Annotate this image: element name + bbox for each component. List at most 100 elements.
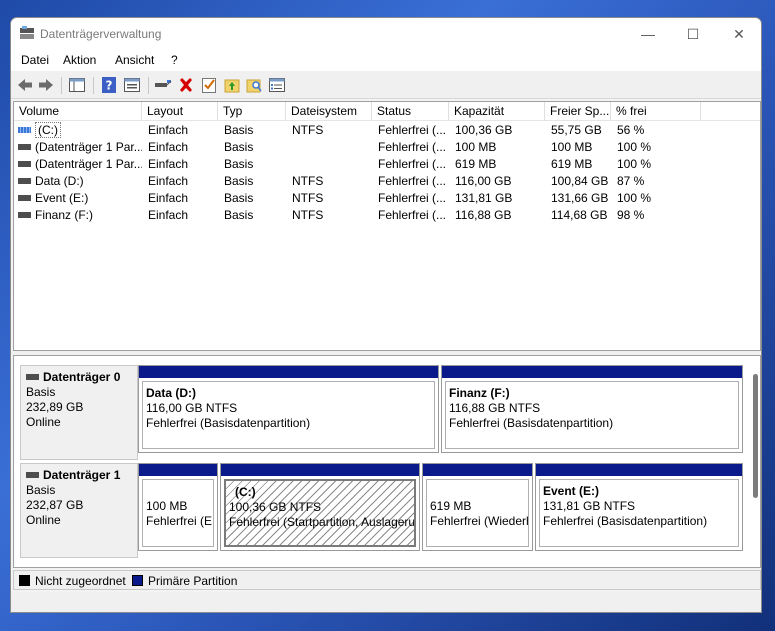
volume-name: (Datenträger 1 Par...	[35, 157, 142, 171]
column-header-kapazitaet[interactable]: Kapazität	[449, 102, 545, 121]
graph-scrollbar[interactable]	[753, 374, 758, 498]
properties-icon[interactable]	[122, 75, 142, 95]
volume-capacity: 116,00 GB	[455, 174, 512, 188]
title-bar[interactable]: Datenträgerverwaltung — ☐ ✕	[11, 18, 761, 49]
connect-icon[interactable]	[153, 75, 173, 95]
toolbar: ?	[11, 71, 761, 99]
partition-status: Fehlerfrei (Basisdatenpartition)	[543, 514, 708, 528]
partition-event-e[interactable]: Event (E:) 131,81 GB NTFS Fehlerfrei (Ba…	[535, 463, 743, 551]
column-header-volume[interactable]: Volume	[14, 102, 142, 121]
forward-arrow-icon[interactable]	[36, 75, 56, 95]
disk-type: Basis	[26, 385, 56, 399]
partition-size: 116,00 GB NTFS	[146, 401, 238, 415]
partition-status: Fehlerfrei (Startpartition, Auslagerur	[229, 515, 416, 529]
volume-status: Fehlerfrei (...	[378, 191, 447, 205]
volume-layout: Einfach	[148, 140, 189, 154]
column-header-layout[interactable]: Layout	[142, 102, 218, 121]
volume-capacity: 619 MB	[455, 157, 497, 171]
toolbar-separator	[148, 77, 149, 94]
partition-type-bar	[139, 464, 217, 476]
volume-icon	[18, 177, 31, 184]
volume-fs: NTFS	[292, 174, 324, 188]
disk-icon	[26, 471, 39, 478]
legend-swatch-unallocated	[19, 575, 30, 586]
console-tree-icon[interactable]	[67, 75, 87, 95]
volume-row-data[interactable]: Data (D:) Einfach Basis NTFS Fehlerfrei …	[14, 173, 760, 190]
checklist-icon[interactable]	[199, 75, 219, 95]
svg-text:?: ?	[106, 79, 113, 93]
partition-efi[interactable]: 100 MB Fehlerfrei (EF	[138, 463, 218, 551]
partition-size: 131,81 GB NTFS	[543, 499, 636, 513]
volume-fs: NTFS	[292, 123, 324, 137]
volume-icon	[18, 160, 31, 167]
volume-pct-free: 56 %	[617, 123, 645, 137]
partition-recovery[interactable]: 619 MB Fehlerfrei (Wiederh	[422, 463, 533, 551]
volume-list-header: Volume Layout Typ Dateisystem Status Kap…	[14, 102, 760, 121]
volume-status: Fehlerfrei (...	[378, 208, 447, 222]
partition-status: Fehlerfrei (Wiederh	[430, 514, 529, 528]
delete-icon[interactable]	[176, 75, 196, 95]
disk-1-label[interactable]: Datenträger 1 Basis 232,87 GB Online	[20, 463, 138, 558]
volume-free: 131,66 GB	[551, 191, 609, 205]
volume-layout: Einfach	[148, 157, 189, 171]
view-list-icon[interactable]	[267, 75, 287, 95]
legend: Nicht zugeordnet Primäre Partition	[13, 570, 761, 590]
menu-ansicht[interactable]: Ansicht	[115, 53, 154, 67]
legend-swatch-primary	[132, 575, 143, 586]
folder-search-icon[interactable]	[244, 75, 264, 95]
volume-name: (Datenträger 1 Par...	[35, 140, 142, 154]
partition-type-bar	[139, 366, 438, 378]
volume-pct-free: 100 %	[617, 140, 652, 154]
close-button[interactable]: ✕	[719, 22, 759, 46]
volume-status: Fehlerfrei (...	[378, 123, 447, 137]
partition-size: 619 MB	[430, 499, 472, 513]
volume-row-part2[interactable]: (Datenträger 1 Par... Einfach Basis Fehl…	[14, 156, 760, 173]
partition-status: Fehlerfrei (Basisdatenpartition)	[146, 416, 311, 430]
partition-size: 116,88 GB NTFS	[449, 401, 541, 415]
volume-layout: Einfach	[148, 123, 189, 137]
volume-free: 55,75 GB	[551, 123, 602, 137]
maximize-button[interactable]: ☐	[673, 22, 713, 46]
partition-type-bar	[442, 366, 742, 378]
volume-name: Finanz (F:)	[35, 208, 94, 222]
column-header-prozent-frei[interactable]: % frei	[611, 102, 701, 121]
back-arrow-icon[interactable]	[15, 75, 35, 95]
folder-up-icon[interactable]	[222, 75, 242, 95]
disk-name: Datenträger 0	[43, 370, 121, 384]
partition-status: Fehlerfrei (Basisdatenpartition)	[449, 416, 614, 430]
disk-0-label[interactable]: Datenträger 0 Basis 232,89 GB Online	[20, 365, 138, 460]
disk-icon	[26, 373, 39, 380]
volume-capacity: 100 MB	[455, 140, 497, 154]
disk-size: 232,87 GB	[26, 498, 84, 512]
column-header-typ[interactable]: Typ	[218, 102, 286, 121]
menu-bar: Datei Aktion Ansicht ?	[11, 49, 761, 71]
partition-size: 100,36 GB NTFS	[229, 500, 322, 514]
column-header-dateisystem[interactable]: Dateisystem	[286, 102, 372, 121]
volume-row-part1[interactable]: (Datenträger 1 Par... Einfach Basis Fehl…	[14, 139, 760, 156]
volume-pct-free: 87 %	[617, 174, 645, 188]
disk-graph-pane[interactable]: Datenträger 0 Basis 232,89 GB Online Dat…	[13, 355, 761, 568]
volume-row-c[interactable]: (C:) Einfach Basis NTFS Fehlerfrei (... …	[14, 122, 760, 139]
partition-data-d[interactable]: Data (D:) 116,00 GB NTFS Fehlerfrei (Bas…	[138, 365, 439, 453]
volume-typ: Basis	[224, 208, 254, 222]
partition-type-bar	[221, 464, 419, 476]
partition-size: 100 MB	[146, 499, 188, 513]
toolbar-separator	[61, 77, 62, 94]
column-header-freier-speicher[interactable]: Freier Sp...	[545, 102, 611, 121]
partition-c[interactable]: (C:) 100,36 GB NTFS Fehlerfrei (Startpar…	[220, 463, 420, 551]
volume-row-finanz[interactable]: Finanz (F:) Einfach Basis NTFS Fehlerfre…	[14, 207, 760, 224]
partition-status: Fehlerfrei (EF	[146, 514, 214, 528]
volume-row-event[interactable]: Event (E:) Einfach Basis NTFS Fehlerfrei…	[14, 190, 760, 207]
legend-label-unallocated: Nicht zugeordnet	[35, 574, 126, 588]
toolbar-separator	[93, 77, 94, 94]
volume-fs	[292, 139, 372, 156]
volume-name: Data (D:)	[35, 174, 84, 188]
minimize-button[interactable]: —	[628, 22, 668, 46]
column-header-status[interactable]: Status	[372, 102, 449, 121]
partition-finanz-f[interactable]: Finanz (F:) 116,88 GB NTFS Fehlerfrei (B…	[441, 365, 743, 453]
menu-help[interactable]: ?	[171, 53, 178, 67]
help-icon[interactable]: ?	[99, 75, 119, 95]
menu-aktion[interactable]: Aktion	[63, 53, 96, 67]
menu-datei[interactable]: Datei	[21, 53, 49, 67]
volume-list[interactable]: Volume Layout Typ Dateisystem Status Kap…	[13, 101, 761, 351]
